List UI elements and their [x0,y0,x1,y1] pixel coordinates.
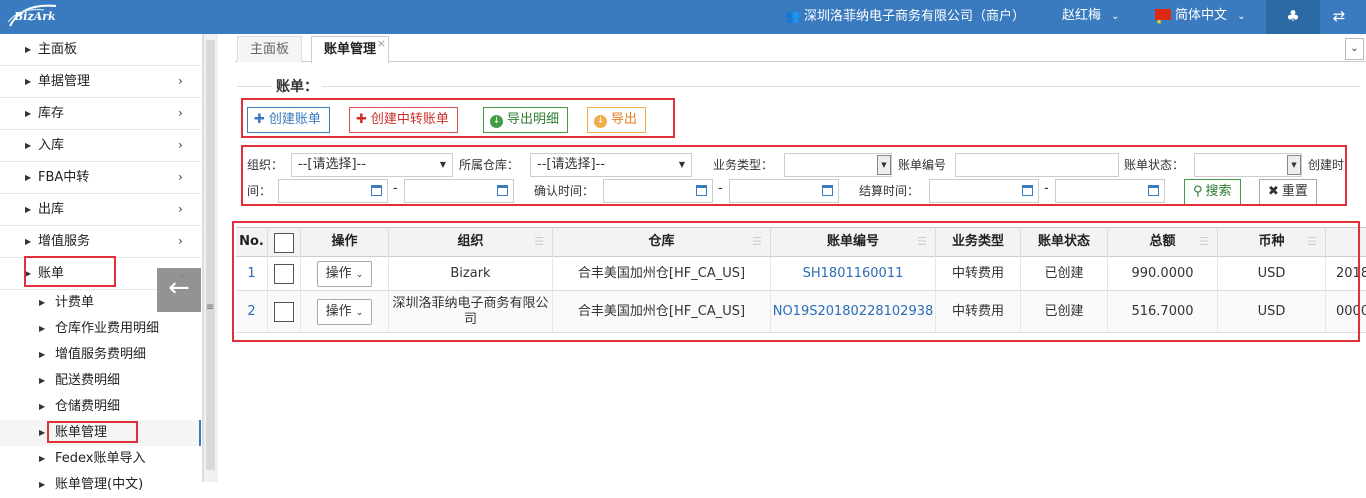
tab-dashboard[interactable]: 主面板 [237,36,303,62]
sidebar-subitem-label: 计费单 [55,295,95,310]
double-chevron-down-icon: ⌄ [1350,43,1359,54]
top-bar: BizArk 👥深圳洛菲纳电子商务有限公司（商户） 赵红梅 ⌄ 简体中文 ⌄ ♣… [0,0,1366,38]
users-icon: 👥 [785,9,800,23]
sidebar-subitem-value-added-fee[interactable]: ▶ 增值服务费明细 [0,342,201,368]
tab-list-dropdown[interactable]: ⌄ [1345,38,1364,60]
chevron-right-icon: › [178,138,183,152]
highlight-bill-management-item [47,421,138,443]
tab-bar: 主面板 账单管理 × ⌄ [235,34,1366,63]
caret-right-icon: ▶ [25,205,32,214]
logo-text[interactable]: BizArk [14,10,56,23]
collapse-sidebar-button[interactable]: ← [157,268,201,312]
highlight-filters [241,145,1347,206]
resize-grip-icon[interactable]: ≡ [206,302,214,313]
caret-right-icon: ▶ [39,324,46,333]
sidebar-item-label: 出库 [38,202,65,217]
sidebar-item-label: 入库 [38,138,65,153]
sidebar-subitem-label: Fedex账单导入 [55,451,146,466]
chevron-right-icon: › [178,74,183,88]
chevron-right-icon: › [178,106,183,120]
sidebar-subitem-warehouse-fee[interactable]: ▶ 仓库作业费用明细 [0,316,201,342]
sidebar-item-label: 主面板 [38,42,78,57]
sidebar-subitem-label: 增值服务费明细 [55,347,147,362]
caret-right-icon: ▶ [25,109,32,118]
sidebar-subitem-bill-management-cn[interactable]: ▶ 账单管理(中文) [0,472,201,498]
tree-icon: ♣ [1286,7,1300,25]
sidebar-subitem-label: 账单管理(中文) [55,477,144,492]
sidebar-scroll-thumb[interactable] [206,40,215,470]
caret-right-icon: ▶ [39,480,46,489]
caret-right-icon: ▶ [39,298,46,307]
china-flag-icon [1155,6,1171,38]
chevron-right-icon: › [178,170,183,184]
caret-right-icon: ▶ [25,45,32,54]
sidebar-subitem-label: 配送费明细 [55,373,121,388]
section-divider [237,86,1360,87]
user-menu[interactable]: 赵红梅 ⌄ [1062,0,1120,34]
swap-icon: ⇄ [1332,7,1346,25]
sidebar-subitem-fedex-import[interactable]: ▶ Fedex账单导入 [0,446,201,472]
highlight-billing-menu [24,256,116,287]
sidebar-item-fba-transfer[interactable]: ▶ FBA中转 › [0,162,201,194]
sidebar-item-inventory[interactable]: ▶ 库存 › [0,98,201,130]
chevron-down-icon: ⌄ [1111,11,1120,22]
caret-right-icon: ▶ [25,141,32,150]
sidebar-item-dashboard[interactable]: ▶ 主面板 [0,34,201,66]
sidebar-item-label: 增值服务 [38,234,91,249]
section-title: 账单： [272,76,322,96]
caret-right-icon: ▶ [39,402,46,411]
user-name: 赵红梅 [1062,8,1102,23]
tab-label: 主面板 [250,42,290,57]
caret-right-icon: ▶ [25,237,32,246]
sidebar-item-inbound[interactable]: ▶ 入库 › [0,130,201,162]
highlight-toolbar [241,98,675,138]
chevron-right-icon: › [178,234,183,248]
caret-right-icon: ▶ [25,77,32,86]
company-name: 深圳洛菲纳电子商务有限公司（商户） [803,9,1025,24]
language-label: 简体中文 [1175,8,1228,23]
caret-right-icon: ▶ [39,376,46,385]
sidebar-item-label: 库存 [38,106,65,121]
sidebar-item-label: FBA中转 [38,170,90,185]
caret-right-icon: ▶ [39,350,46,359]
sidebar-subitem-label: 仓库作业费用明细 [55,321,160,336]
language-menu[interactable]: 简体中文 ⌄ [1155,0,1246,38]
sidebar-item-outbound[interactable]: ▶ 出库 › [0,194,201,226]
caret-right-icon: ▶ [25,173,32,182]
chevron-right-icon: › [178,202,183,216]
tab-bill-management[interactable]: 账单管理 × [311,36,390,63]
close-icon[interactable]: × [377,31,386,57]
sidebar-item-documents[interactable]: ▶ 单据管理 › [0,66,201,98]
sidebar-subitem-label: 仓储费明细 [55,399,121,414]
tab-label: 账单管理 [324,42,377,57]
swap-button[interactable]: ⇄ [1312,0,1366,34]
sidebar-subitem-storage-fee[interactable]: ▶ 仓储费明细 [0,394,201,420]
caret-right-icon: ▶ [39,428,46,437]
chevron-down-icon: ⌄ [1237,11,1246,22]
sidebar-item-label: 单据管理 [38,74,91,89]
company-switcher[interactable]: 👥 深圳洛菲纳电子商务有限公司（商户） [785,0,1025,34]
arrow-left-icon: ← [168,273,190,303]
sidebar-item-value-added[interactable]: ▶ 增值服务 › [0,226,201,258]
highlight-table [232,221,1360,342]
caret-right-icon: ▶ [39,454,46,463]
sidebar-subitem-delivery-fee[interactable]: ▶ 配送费明细 [0,368,201,394]
